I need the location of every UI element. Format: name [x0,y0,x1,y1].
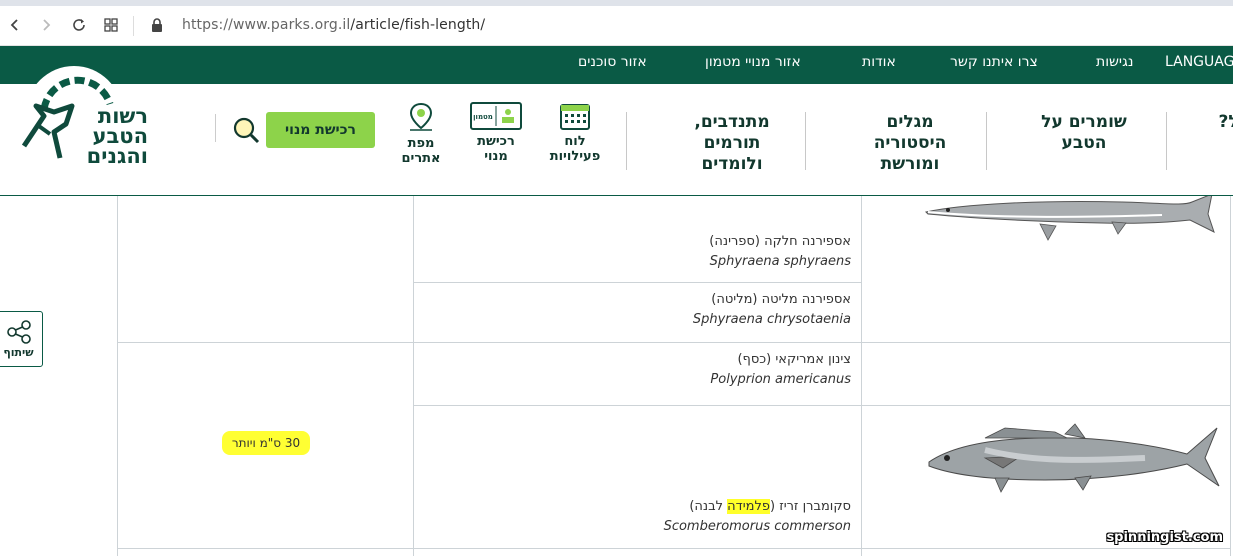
site-header: רשות הטבע והגנים רכישת מנוי מפת אתרים מט… [0,66,1233,196]
table-border [1230,196,1231,556]
size-category-label: 30 ס"מ ויותר [222,431,310,455]
address-bar[interactable]: https://www.parks.org.il/article/fish-le… [182,17,485,33]
header-divider [215,114,216,142]
table-border [117,196,118,556]
table-border [413,196,414,556]
search-icon[interactable] [232,116,260,148]
nav-language[interactable]: LANGUAGE [1165,54,1233,70]
activities-label: פעילויות [549,149,601,164]
nav-contact[interactable]: צרו איתנו קשר [950,54,1038,70]
table-row-border [117,548,1231,549]
menu-history-line: ומורשת [880,154,940,174]
table-row-border [413,282,861,283]
nav-about[interactable]: אודות [862,54,896,70]
membership-label: מנוי [484,149,508,164]
logo-wordmark[interactable]: רשות הטבע והגנים [78,104,148,168]
membership-card-icon: מטמון [470,102,522,130]
sites-map-link[interactable]: מפת אתרים [396,102,446,166]
page: https://www.parks.org.il/article/fish-le… [0,0,1233,556]
reload-icon[interactable] [68,14,90,36]
nav-agents[interactable]: אזור סוכנים [578,54,647,70]
watermark: spinningist.com [1106,530,1223,545]
card-text: מטמון [473,113,493,121]
fish-name-part: לבנה) [689,499,728,514]
calendar-icon [560,104,590,130]
activities-label: לוח [564,134,586,149]
chevron-left-icon[interactable] [4,14,26,36]
menu-volunteers-line: תורמים [703,133,761,153]
menu-trip-line: טיול? [1218,112,1233,132]
chevron-right-icon[interactable] [35,14,57,36]
table-cell: אספירנה מליטה (מליטה) Sphyraena chrysota… [693,290,851,330]
logo-line: והגנים [86,144,148,168]
nav-accessibility[interactable]: נגישות [1096,54,1133,70]
table-cell: אספירנה חלקה (ספרינה) Sphyraena sphyraen… [709,232,851,272]
menu-volunteers[interactable]: מתנדבים, תורמים ולומדים [668,112,796,175]
share-label: שיתוף [3,345,34,359]
menu-divider [805,112,806,170]
fish-latin-name: Sphyraena sphyraens [709,254,851,269]
menu-divider [626,112,627,170]
table-cell: צינון אמריקאי (כסף) Polyprion americanus [710,350,851,390]
table-row-border [413,405,1231,406]
fish-name-part: סקומברן זריז ( [769,499,851,514]
sites-map-label: אתרים [401,151,441,166]
membership-label: רכישת [477,134,515,149]
menu-nature-line: שומרים על [1041,112,1127,132]
barracuda-fish-image [925,196,1215,241]
menu-divider [1166,112,1167,170]
grid-icon[interactable] [100,14,122,36]
lock-icon[interactable] [146,14,168,36]
toolbar-divider [133,16,134,36]
menu-trip[interactable]: טיול? [1168,112,1233,133]
menu-history-line: מגלים [886,112,934,132]
fish-hebrew-name: צינון אמריקאי (כסף) [737,352,851,367]
url-path: /article/fish-length/ [350,17,486,33]
table-cell: סקומברן זריז (פלמידה לבנה) Scomberomorus… [664,497,851,537]
menu-divider [986,112,987,170]
fish-latin-name: Sphyraena chrysotaenia [692,312,851,327]
utility-nav: LANGUAGE נגישות צרו איתנו קשר אודות אזור… [0,46,1233,84]
share-icon [6,319,31,344]
logo-line: הטבע [92,124,148,148]
buy-membership-button[interactable]: רכישת מנוי [266,112,375,148]
fish-hebrew-name: אספירנה חלקה (ספרינה) [709,234,851,249]
nav-matmon-members[interactable]: אזור מנויי מטמון [705,54,801,70]
menu-nature-line: הטבע [1061,133,1107,153]
highlighted-fish-name: פלמידה [727,499,770,514]
fish-hebrew-name: סקומברן זריז (פלמידה לבנה) [664,497,851,517]
fish-hebrew-name: אספירנה מליטה (מליטה) [711,292,851,307]
logo-line: רשות [97,104,148,128]
fish-latin-name: Scomberomorus commerson [663,519,851,534]
menu-volunteers-line: מתנדבים, [694,112,770,132]
mackerel-fish-image [928,423,1220,493]
menu-history[interactable]: מגלים היסטוריה ומורשת [850,112,970,175]
share-button[interactable]: שיתוף [0,311,43,367]
table-row-border [117,342,1231,343]
browser-toolbar: https://www.parks.org.il/article/fish-le… [0,6,1233,46]
map-pin-icon [409,102,433,131]
table-border [861,196,862,556]
menu-history-line: היסטוריה [873,133,947,153]
sites-map-label: מפת [407,136,435,151]
membership-link[interactable]: מטמון רכישת מנוי [468,102,524,164]
activities-calendar-link[interactable]: לוח פעילויות [546,102,604,164]
fish-latin-name: Polyprion americanus [710,372,851,387]
url-host: https://www.parks.org.il [182,17,351,33]
menu-nature[interactable]: שומרים על הטבע [1026,112,1142,154]
menu-volunteers-line: ולומדים [701,154,763,174]
